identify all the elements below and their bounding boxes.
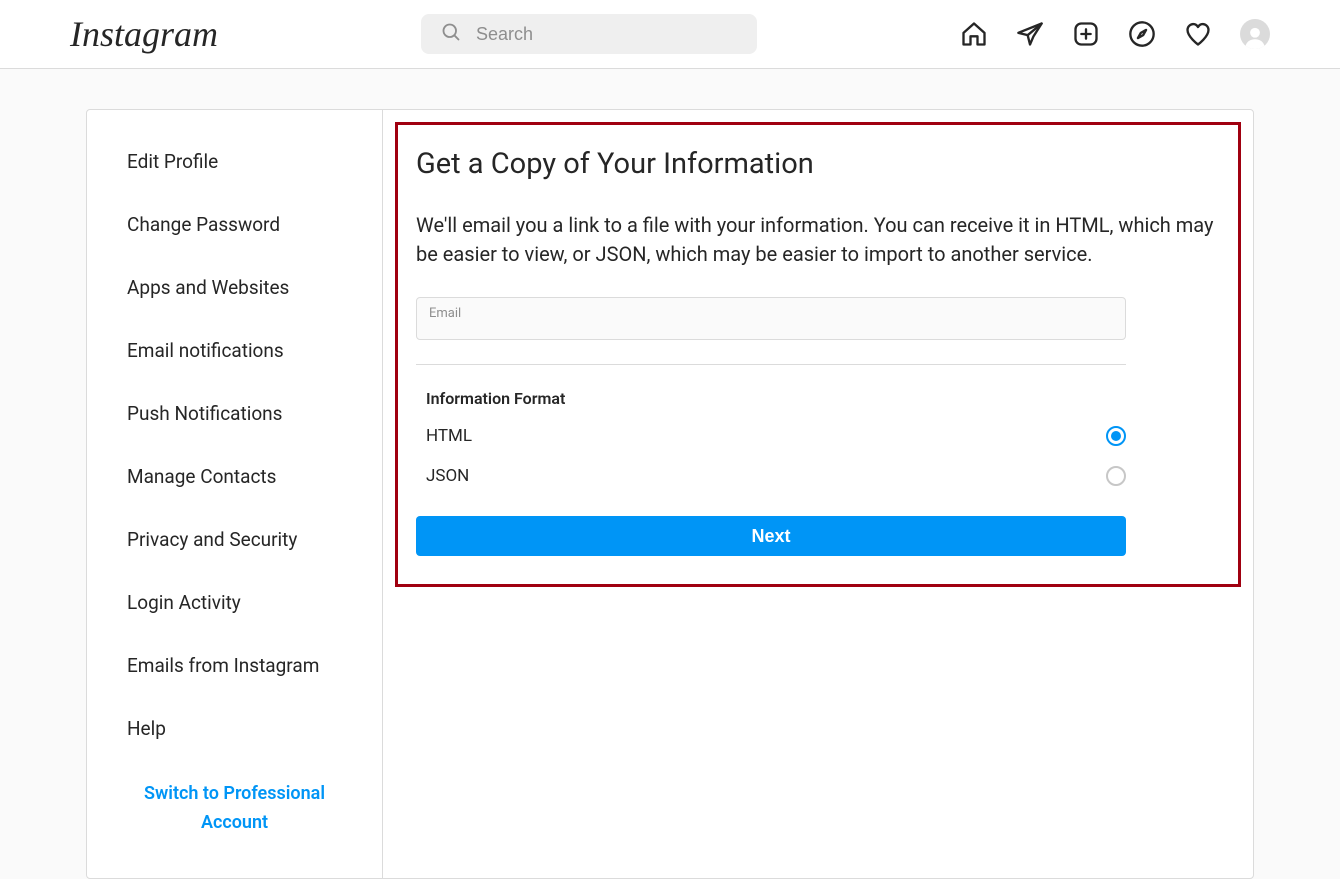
sidebar-item-help[interactable]: Help <box>87 697 382 760</box>
format-option-json-label: JSON <box>426 466 469 486</box>
top-header: Instagram <box>0 0 1340 69</box>
email-label: Email <box>429 306 1113 321</box>
search-wrap <box>421 14 757 54</box>
settings-main: Get a Copy of Your Information We'll ema… <box>383 110 1253 878</box>
next-button[interactable]: Next <box>416 516 1126 556</box>
instagram-logo[interactable]: Instagram <box>70 13 218 55</box>
messages-icon[interactable] <box>1016 20 1044 48</box>
sidebar-item-login-activity[interactable]: Login Activity <box>87 571 382 634</box>
sidebar-item-edit-profile[interactable]: Edit Profile <box>87 130 382 193</box>
radio-json[interactable] <box>1106 466 1126 486</box>
page-description: We'll email you a link to a file with yo… <box>416 211 1220 269</box>
nav-icons <box>960 19 1270 49</box>
divider <box>416 364 1126 365</box>
profile-avatar[interactable] <box>1240 19 1270 49</box>
email-field[interactable]: Email <box>416 297 1126 340</box>
sidebar-item-email-notifications[interactable]: Email notifications <box>87 319 382 382</box>
switch-professional-link[interactable]: Switch to Professional Account <box>87 760 382 848</box>
radio-html[interactable] <box>1106 426 1126 446</box>
sidebar-item-manage-contacts[interactable]: Manage Contacts <box>87 445 382 508</box>
search-input[interactable] <box>421 14 757 54</box>
sidebar-item-apps-websites[interactable]: Apps and Websites <box>87 256 382 319</box>
format-heading: Information Format <box>426 389 1220 408</box>
sidebar-item-privacy-security[interactable]: Privacy and Security <box>87 508 382 571</box>
settings-container: Edit Profile Change Password Apps and We… <box>86 109 1254 879</box>
home-icon[interactable] <box>960 20 988 48</box>
sidebar-item-push-notifications[interactable]: Push Notifications <box>87 382 382 445</box>
download-data-panel: Get a Copy of Your Information We'll ema… <box>395 122 1241 587</box>
settings-sidebar: Edit Profile Change Password Apps and We… <box>87 110 383 878</box>
activity-icon[interactable] <box>1184 20 1212 48</box>
sidebar-item-emails-from-instagram[interactable]: Emails from Instagram <box>87 634 382 697</box>
page-title: Get a Copy of Your Information <box>416 147 1220 181</box>
format-option-html-label: HTML <box>426 426 472 446</box>
explore-icon[interactable] <box>1128 20 1156 48</box>
format-option-json[interactable]: JSON <box>426 466 1126 486</box>
new-post-icon[interactable] <box>1072 20 1100 48</box>
search-icon <box>441 22 461 46</box>
format-option-html[interactable]: HTML <box>426 426 1126 446</box>
sidebar-item-change-password[interactable]: Change Password <box>87 193 382 256</box>
